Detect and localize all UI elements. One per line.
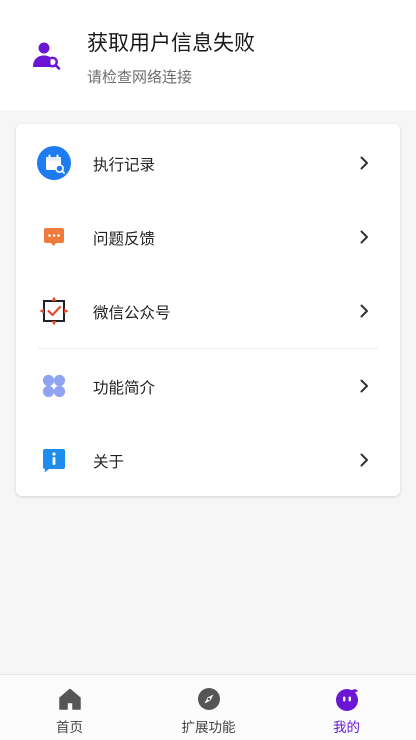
- chevron-right-icon: [356, 378, 372, 394]
- check-frame-icon: [36, 293, 72, 329]
- chevron-right-icon: [356, 303, 372, 319]
- mascot-icon: [334, 686, 360, 712]
- user-search-icon: [30, 40, 64, 74]
- menu-item-label: 功能简介: [93, 379, 156, 397]
- user-header[interactable]: 获取用户信息失败 请检查网络连接: [0, 0, 416, 110]
- tab-label: 扩展功能: [181, 720, 236, 736]
- tab-label: 我的: [333, 720, 360, 736]
- calendar-search-icon: [36, 145, 72, 181]
- bottom-tab-bar: 首页 扩展功能 我的: [0, 674, 416, 740]
- tab-label: 首页: [56, 720, 83, 736]
- compass-icon: [196, 686, 222, 712]
- menu-card: 执行记录 问题反馈 微信公众号 功能简介 关于: [16, 124, 400, 496]
- menu-item-label: 微信公众号: [93, 304, 171, 322]
- page-subtitle: 请检查网络连接: [87, 68, 193, 86]
- page-title: 获取用户信息失败: [87, 31, 255, 55]
- chevron-right-icon: [356, 155, 372, 171]
- home-icon: [57, 686, 83, 712]
- tab-home[interactable]: 首页: [0, 675, 139, 740]
- chevron-right-icon: [356, 229, 372, 245]
- chat-bubble-icon: [36, 219, 72, 255]
- menu-item-label: 关于: [93, 453, 125, 471]
- menu-item-wechat-official[interactable]: 微信公众号: [16, 274, 400, 348]
- menu-item-label: 执行记录: [93, 156, 156, 174]
- tab-mine[interactable]: 我的: [277, 675, 416, 740]
- menu-item-about[interactable]: 关于: [16, 423, 400, 497]
- menu-item-execution-log[interactable]: 执行记录: [16, 126, 400, 200]
- info-bubble-icon: [36, 442, 72, 478]
- menu-item-feature-intro[interactable]: 功能简介: [16, 349, 400, 423]
- tab-extensions[interactable]: 扩展功能: [139, 675, 278, 740]
- menu-item-label: 问题反馈: [93, 230, 156, 248]
- menu-item-feedback[interactable]: 问题反馈: [16, 200, 400, 274]
- chevron-right-icon: [356, 452, 372, 468]
- grid-petals-icon: [36, 368, 72, 404]
